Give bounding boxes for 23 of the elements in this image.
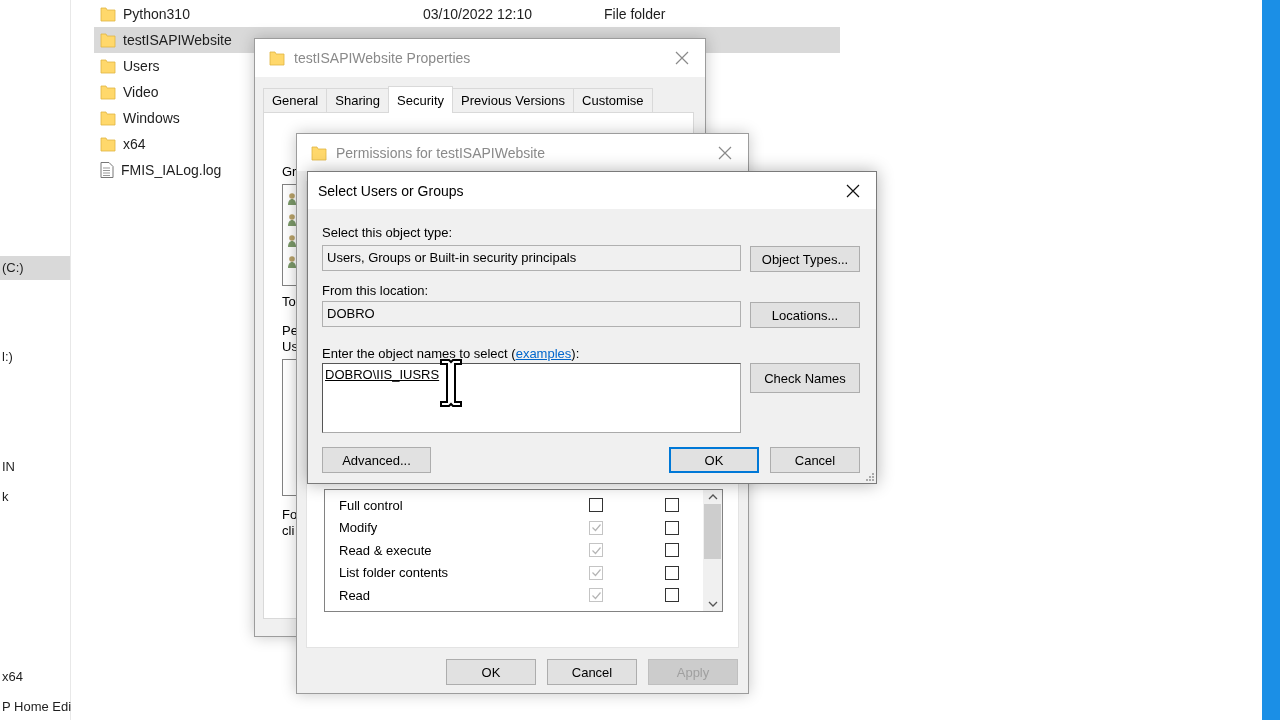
field-label: Select this object type: (322, 225, 453, 240)
file-name: Video (123, 84, 159, 100)
file-name: Windows (123, 110, 180, 126)
file-type: File folder (604, 6, 666, 22)
label-text: cli (282, 523, 295, 539)
dialog-title: Select Users or Groups (318, 182, 464, 199)
permission-name: Full control (339, 497, 404, 513)
field-label: Enter the object names to select (examples): (322, 346, 580, 361)
permission-name: Read & execute (339, 542, 433, 558)
label-text: To (282, 294, 296, 310)
file-name: testISAPIWebsite (123, 32, 232, 48)
permission-name: Read (339, 587, 372, 603)
window-title: testISAPIWebsite Properties (294, 50, 471, 66)
label-text: Gr (282, 164, 297, 180)
window-title: Permissions for testISAPIWebsite (336, 144, 546, 161)
permission-name: Modify (339, 520, 379, 536)
file-name: FMIS_IALog.log (121, 162, 222, 178)
file-name: x64 (123, 136, 146, 152)
permission-name: List folder contents (339, 565, 450, 581)
file-name: Users (123, 58, 160, 74)
date-modified: 03/10/2022 12:10 (423, 6, 533, 22)
file-name: Python310 (123, 6, 190, 22)
field-label: From this location: (322, 283, 429, 298)
